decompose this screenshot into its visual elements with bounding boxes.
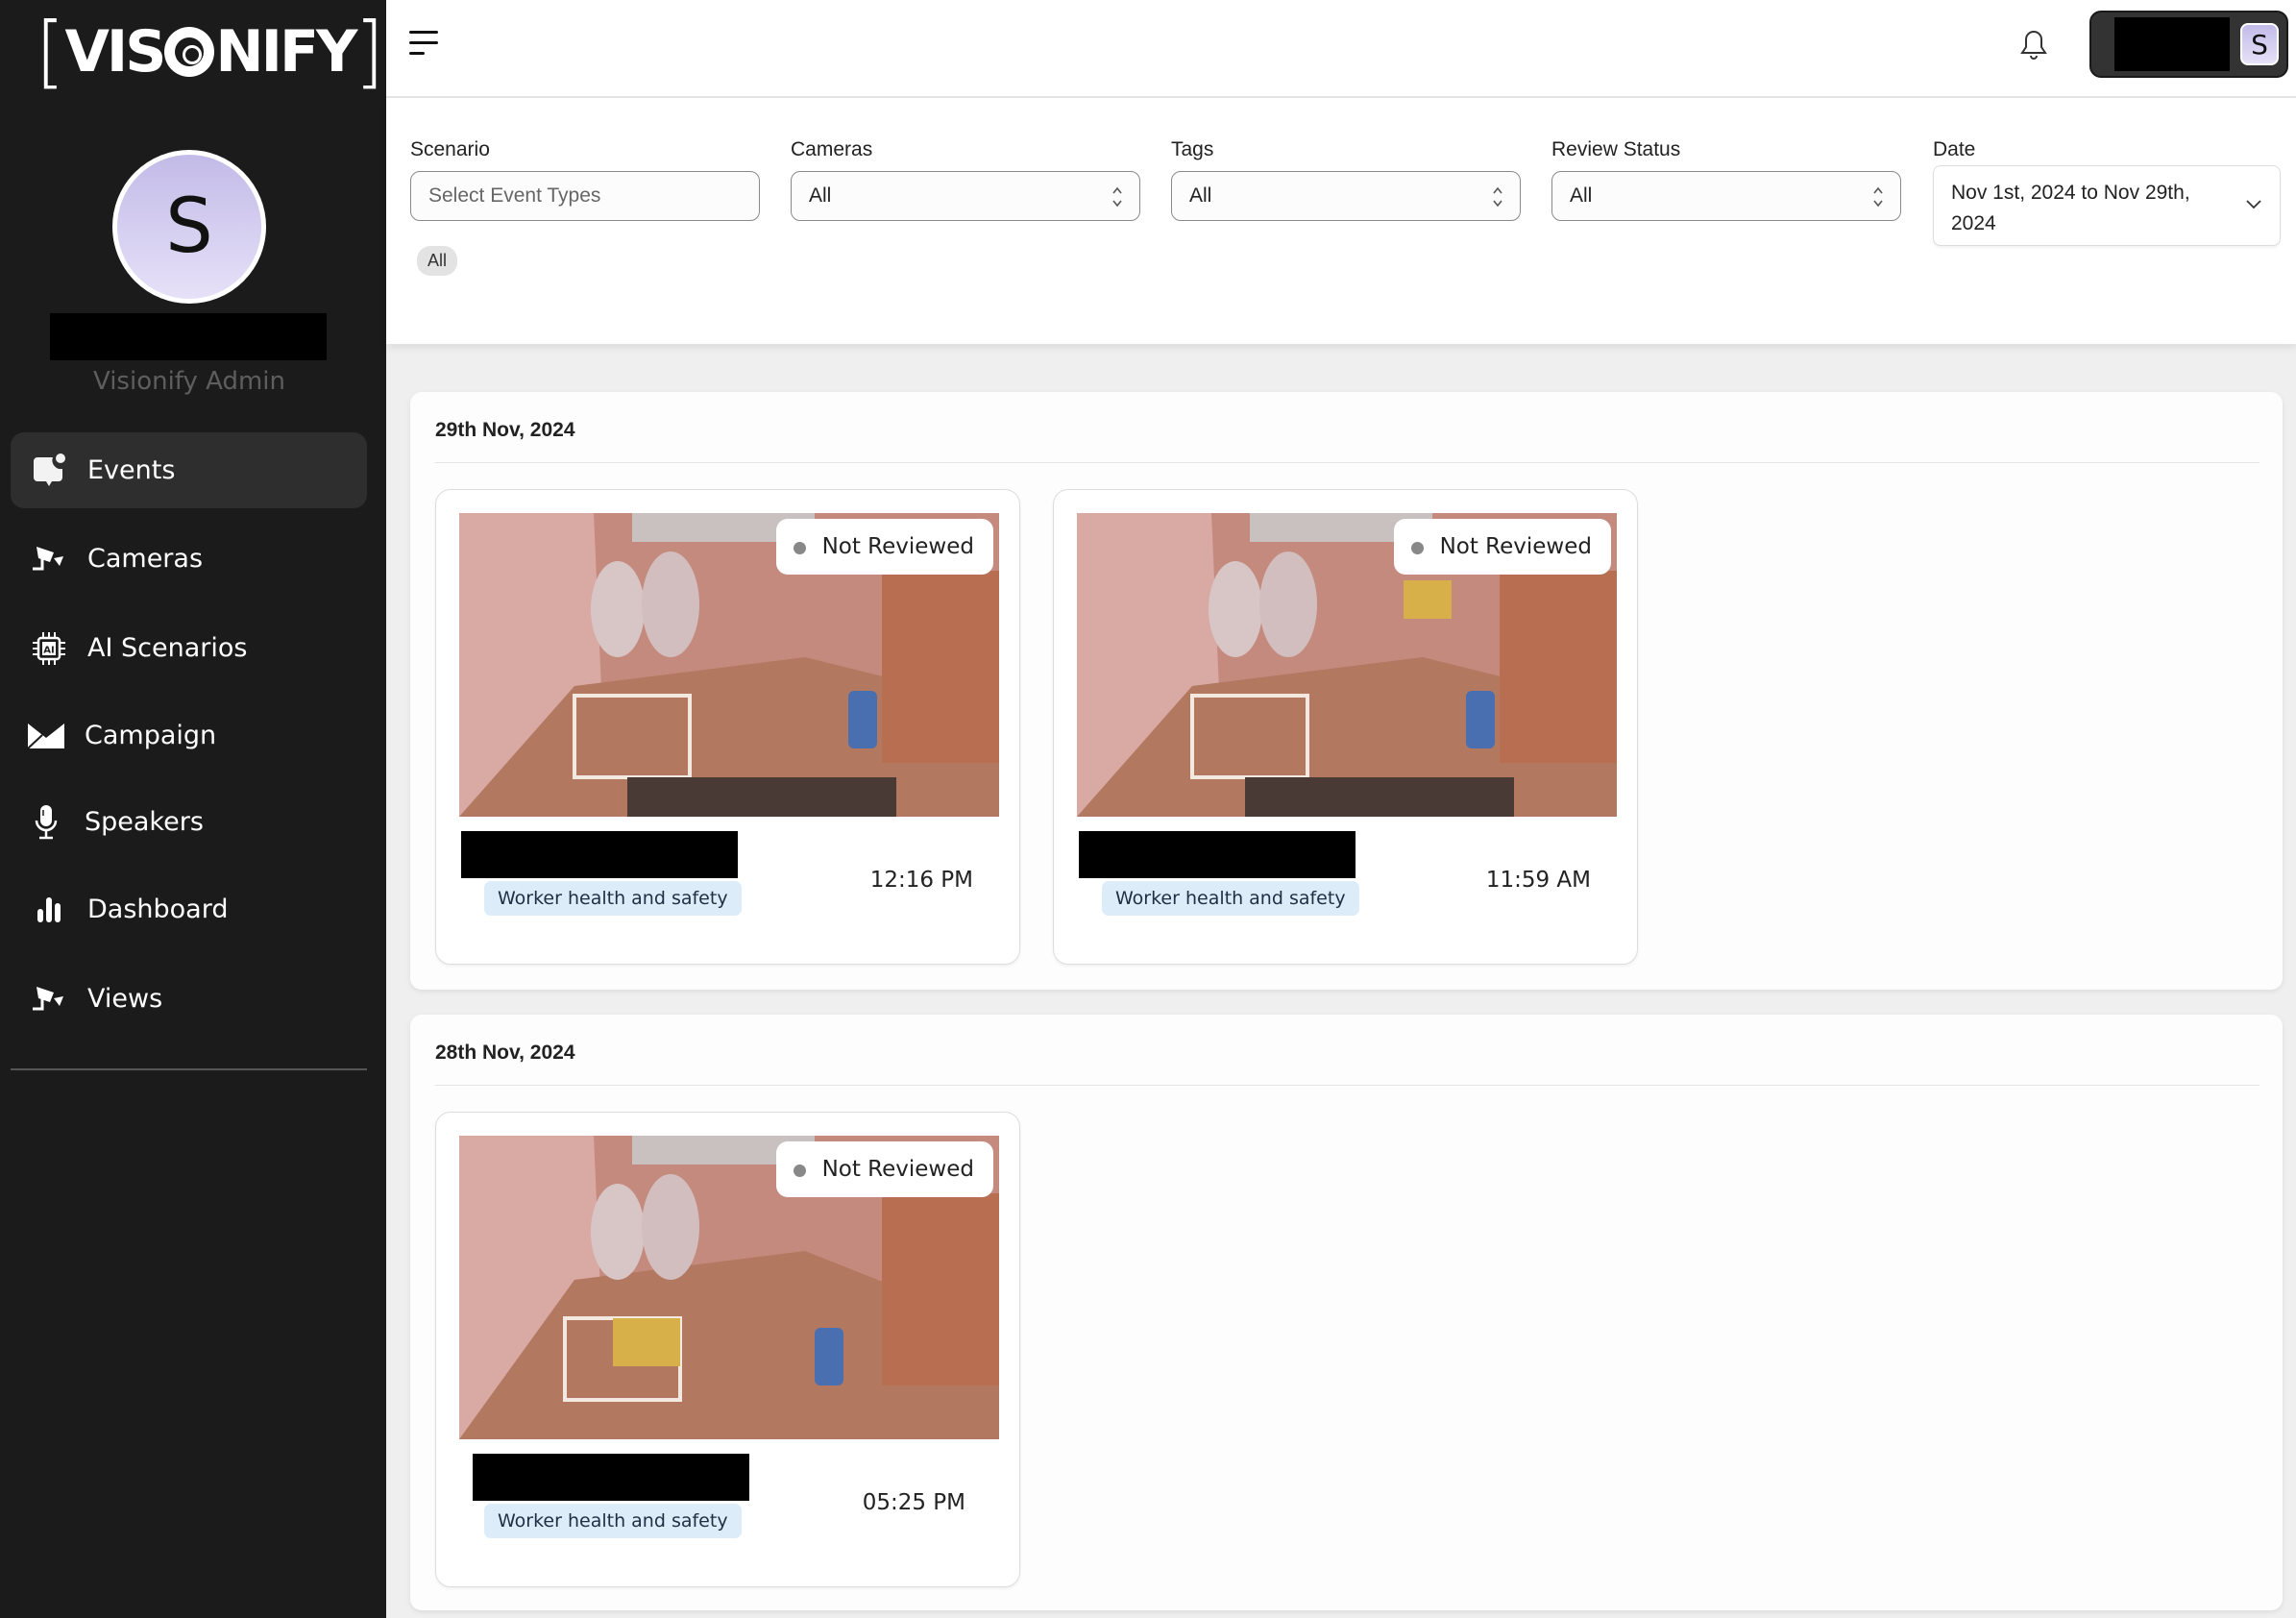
user-role: Visionify Admin — [92, 367, 286, 396]
svg-text:AI: AI — [43, 645, 54, 655]
scenario-input[interactable]: Select Event Types — [410, 171, 760, 221]
sidebar: [ VIS NIFY ] ® S Visionify Admin Events … — [0, 0, 393, 1618]
date-label: Date — [1933, 138, 1976, 160]
chevron-up-down-icon — [1873, 186, 1883, 208]
scenario-tag: Worker health and safety — [1102, 881, 1359, 916]
status-dot-icon — [1410, 542, 1424, 554]
review-status-badge: Not Reviewed — [1393, 519, 1611, 575]
event-snapshot-image[interactable]: Not Reviewed — [1077, 513, 1617, 817]
sidebar-item-ai-scenarios[interactable]: AI AI Scenarios — [11, 610, 367, 686]
redacted-camera-name — [1079, 831, 1356, 878]
cameras-label: Cameras — [791, 138, 873, 160]
redacted-user-name — [50, 313, 327, 360]
ai-chip-icon: AI — [30, 629, 68, 668]
event-card[interactable]: Not Reviewed Worker health and safety 05… — [435, 1112, 1020, 1587]
scenario-tag: Worker health and safety — [484, 1504, 742, 1538]
menu-icon[interactable] — [409, 31, 442, 58]
review-status-select[interactable]: All — [1551, 171, 1901, 221]
tags-label: Tags — [1171, 138, 1214, 160]
sidebar-divider — [11, 1068, 367, 1070]
user-avatar-small: S — [2240, 23, 2279, 65]
event-snapshot-image[interactable]: Not Reviewed — [459, 1136, 999, 1439]
event-time: 11:59 AM — [1485, 868, 1591, 893]
redacted-camera-name — [461, 831, 738, 878]
event-group-date: 29th Nov, 2024 — [435, 419, 575, 441]
review-status-badge: Not Reviewed — [775, 519, 993, 575]
event-group: 28th Nov, 2024 Not Reviewed Worker healt… — [410, 1015, 2283, 1610]
eye-logo-icon — [164, 27, 215, 77]
status-dot-icon — [793, 542, 806, 554]
sidebar-item-cameras[interactable]: Cameras — [11, 521, 367, 597]
event-time: 05:25 PM — [862, 1490, 965, 1515]
event-group-date: 28th Nov, 2024 — [435, 1042, 575, 1064]
envelope-icon — [27, 717, 65, 755]
date-range-picker[interactable]: Nov 1st, 2024 to Nov 29th, 2024 — [1933, 165, 2281, 246]
review-status-badge: Not Reviewed — [775, 1141, 993, 1197]
sidebar-item-campaign[interactable]: Campaign — [11, 698, 367, 773]
tags-select[interactable]: All — [1171, 171, 1521, 221]
filter-panel: Scenario Select Event Types All Cameras … — [386, 98, 2296, 344]
top-header: S — [386, 0, 2296, 98]
security-camera-icon — [30, 540, 68, 578]
review-status-label: Review Status — [1551, 138, 1681, 160]
user-menu-button[interactable]: S — [2089, 11, 2288, 78]
event-snapshot-image[interactable]: Not Reviewed — [459, 513, 999, 817]
redacted-camera-name — [473, 1454, 749, 1501]
sidebar-item-events[interactable]: Events — [11, 432, 367, 508]
scenario-chip-all[interactable]: All — [417, 246, 457, 276]
scenario-label: Scenario — [410, 138, 490, 160]
event-time: 12:16 PM — [869, 868, 973, 893]
cameras-select[interactable]: All — [791, 171, 1140, 221]
sidebar-item-views[interactable]: Views — [11, 961, 367, 1037]
user-avatar[interactable]: S — [112, 150, 266, 304]
divider — [435, 1085, 2259, 1086]
security-camera-icon — [30, 980, 68, 1018]
event-group: 29th Nov, 2024 Not Reviewed Worker healt… — [410, 392, 2283, 990]
sidebar-item-dashboard[interactable]: Dashboard — [11, 871, 367, 947]
divider — [435, 462, 2259, 463]
status-dot-icon — [793, 1164, 806, 1177]
scenario-tag: Worker health and safety — [484, 881, 742, 916]
visionify-logo[interactable]: [ VIS NIFY ] ® — [36, 12, 393, 91]
redacted-user-name — [2114, 17, 2230, 71]
chat-bubble-notification-icon — [30, 452, 68, 490]
chevron-up-down-icon — [1493, 186, 1502, 208]
chevron-up-down-icon — [1112, 186, 1122, 208]
event-card[interactable]: Not Reviewed Worker health and safety 11… — [1053, 489, 1638, 965]
event-card[interactable]: Not Reviewed Worker health and safety 12… — [435, 489, 1020, 965]
bell-icon[interactable] — [2019, 29, 2048, 61]
sidebar-item-speakers[interactable]: Speakers — [11, 784, 367, 860]
microphone-icon — [27, 803, 65, 842]
chevron-down-icon — [2246, 200, 2261, 209]
bar-chart-icon — [30, 891, 68, 929]
